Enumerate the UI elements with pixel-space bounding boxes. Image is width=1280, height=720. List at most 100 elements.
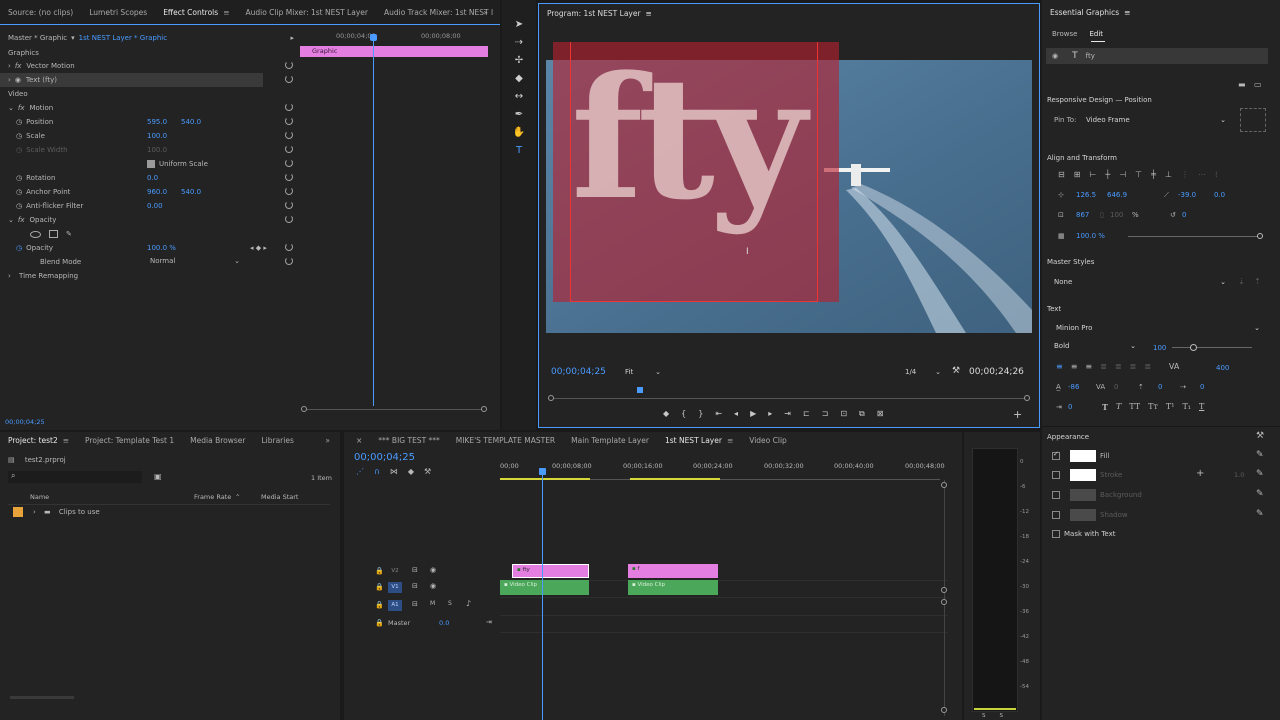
reset-icon[interactable] (285, 257, 293, 265)
stopwatch-icon[interactable]: ◷ (16, 118, 22, 126)
tab-browse[interactable]: Browse (1052, 30, 1078, 38)
slip-tool-icon[interactable]: ↔ (512, 88, 526, 106)
extract-icon[interactable]: ⊐ (822, 409, 829, 419)
snap-icon[interactable]: ∩ (374, 467, 380, 476)
timeline-playhead-handle[interactable] (539, 468, 546, 475)
tab-media-browser[interactable]: Media Browser (182, 436, 253, 445)
eg-scale[interactable]: 867 (1076, 211, 1089, 219)
camera-icon[interactable]: ⊡ (840, 409, 847, 419)
time-ruler[interactable]: 00;00 00;00;08;00 00;00;16;00 00;00;24;0… (500, 462, 950, 476)
eg-opacity[interactable]: 100.0 % (1076, 232, 1105, 240)
expand-icon[interactable]: › (8, 62, 11, 70)
mask-checkbox[interactable] (1052, 530, 1060, 538)
reset-icon[interactable] (285, 159, 293, 167)
add-marker-icon[interactable]: ◆ (408, 467, 414, 476)
lock-icon[interactable]: 🔒 (375, 583, 384, 591)
align-bottom-icon[interactable]: ⊥ (1165, 170, 1172, 179)
justify-left-icon[interactable]: ≣ (1100, 362, 1107, 371)
col-frame-rate[interactable]: Frame Rate (194, 493, 231, 501)
reset-icon[interactable] (285, 145, 293, 153)
play-only-icon[interactable]: ▸ (290, 34, 294, 42)
keyframe-nav-icon[interactable]: ◂ ◆ ▸ (250, 244, 267, 252)
razor-tool-icon[interactable]: ◆ (512, 70, 526, 88)
all-caps-button[interactable]: TT (1129, 402, 1140, 412)
menu-icon[interactable]: ≡ (223, 8, 229, 17)
time-remapping-row[interactable]: › Time Remapping (8, 269, 78, 283)
tab-edit[interactable]: Edit (1090, 30, 1104, 38)
ripple-edit-icon[interactable]: ✢ (512, 52, 526, 70)
distribute-v-icon[interactable]: ⁞ (1215, 170, 1218, 179)
fill-color-swatch[interactable] (1070, 450, 1096, 462)
zoom-handle-left[interactable] (301, 406, 307, 412)
background-checkbox[interactable] (1052, 491, 1060, 499)
justify-center-icon[interactable]: ≣ (1115, 362, 1122, 371)
distribute-icon[interactable]: ⋮ (1181, 170, 1189, 179)
rectangle-mask-icon[interactable] (49, 230, 58, 238)
linked-selection-icon[interactable]: ⋈ (390, 467, 398, 476)
font-size-slider-track[interactable] (1172, 347, 1252, 348)
lock-icon[interactable]: 🔒 (375, 619, 384, 627)
align-horizontal-center-icon[interactable]: ⊞ (1074, 170, 1081, 179)
layer-row[interactable]: ◉ T fty (1046, 48, 1268, 64)
master-styles-dropdown[interactable]: None ⌄ (1054, 278, 1226, 286)
col-media-start[interactable]: Media Start (261, 493, 298, 501)
tab-effect-controls[interactable]: Effect Controls ≡ (155, 8, 237, 17)
fit-dropdown[interactable]: Fit ⌄ (625, 368, 661, 376)
align-vertical-center-icon[interactable]: ⊟ (1058, 170, 1065, 179)
align-center-icon[interactable]: ┼ (1105, 170, 1110, 179)
tsume-value[interactable]: 0 (1200, 383, 1204, 391)
zoom-handle-right[interactable] (481, 406, 487, 412)
menu-icon[interactable]: ≡ (646, 9, 652, 18)
text-layer-row[interactable]: › ◉ Text (fty) (0, 73, 263, 87)
anchor-x[interactable]: 960.0 (147, 188, 167, 196)
reset-icon[interactable] (285, 187, 293, 195)
align-left-icon[interactable]: ⊢ (1089, 170, 1096, 179)
new-layer-icon[interactable]: ▬ (1238, 80, 1246, 89)
reset-icon[interactable] (285, 243, 293, 251)
scroll-handle[interactable] (941, 707, 947, 713)
align-text-left-icon[interactable]: ≡ (1056, 362, 1063, 371)
tab-nest-layer[interactable]: 1st NEST Layer ≡ (657, 436, 741, 445)
style-dropdown[interactable]: Bold ⌄ (1054, 342, 1136, 350)
stopwatch-icon[interactable]: ◷ (16, 202, 22, 210)
opacity-value[interactable]: 100.0 % (147, 244, 176, 252)
project-search-input[interactable]: ⌕ (8, 471, 142, 483)
eyedropper-icon[interactable]: ✎ (1256, 489, 1264, 499)
tab-lumetri-scopes[interactable]: Lumetri Scopes (81, 8, 155, 17)
tab-template-master[interactable]: MIKE'S TEMPLATE MASTER (448, 436, 563, 445)
align-text-right-icon[interactable]: ≡ (1085, 362, 1092, 371)
master-label[interactable]: Master * Graphic (8, 34, 67, 42)
play-icon[interactable]: ▶ (750, 409, 756, 419)
stopwatch-icon[interactable]: ◷ (16, 244, 22, 252)
bin-row[interactable]: › ▬ Clips to use (33, 508, 100, 516)
stroke-size[interactable]: 1.0 (1234, 471, 1244, 479)
stroke-color-swatch[interactable] (1070, 469, 1096, 481)
eye-icon[interactable]: ◉ (430, 566, 436, 574)
eg-rotation[interactable]: 0 (1182, 211, 1186, 219)
fill-checkbox[interactable]: ✓ (1052, 450, 1060, 460)
add-marker-icon[interactable]: ◆ (663, 409, 669, 419)
collapse-icon[interactable]: ⌄ (8, 104, 14, 112)
small-caps-button[interactable]: Tт (1148, 402, 1158, 412)
menu-icon[interactable]: ≡ (63, 436, 69, 445)
eg-pos-y[interactable]: 646.9 (1107, 191, 1127, 199)
stopwatch-icon[interactable]: ◷ (16, 174, 22, 182)
leading-value[interactable]: 0 (1114, 383, 1118, 391)
tab-libraries[interactable]: Libraries (253, 436, 301, 445)
overflow-icon[interactable]: » (317, 436, 338, 445)
eg-scale-height[interactable]: 100 (1110, 211, 1123, 219)
justify-right-icon[interactable]: ≣ (1130, 362, 1137, 371)
font-dropdown[interactable]: Minion Pro ⌄ (1054, 322, 1260, 334)
underline-button[interactable]: T (1199, 402, 1204, 412)
track-label-v2[interactable]: V2 (388, 566, 402, 577)
clip-label[interactable]: 1st NEST Layer * Graphic (79, 34, 167, 42)
background-color-swatch[interactable] (1070, 489, 1096, 501)
program-title[interactable]: Program: 1st NEST Layer (547, 9, 641, 18)
scroll-handle[interactable] (941, 599, 947, 605)
appearance-wrench-icon[interactable]: ⚒ (1256, 431, 1264, 441)
expand-icon[interactable]: › (8, 76, 11, 84)
tab-project-test2[interactable]: Project: test2 ≡ (0, 436, 77, 445)
indent-value[interactable]: 0 (1068, 403, 1072, 411)
overflow-icon[interactable]: » (475, 8, 496, 17)
master-volume[interactable]: 0.0 (439, 619, 449, 627)
